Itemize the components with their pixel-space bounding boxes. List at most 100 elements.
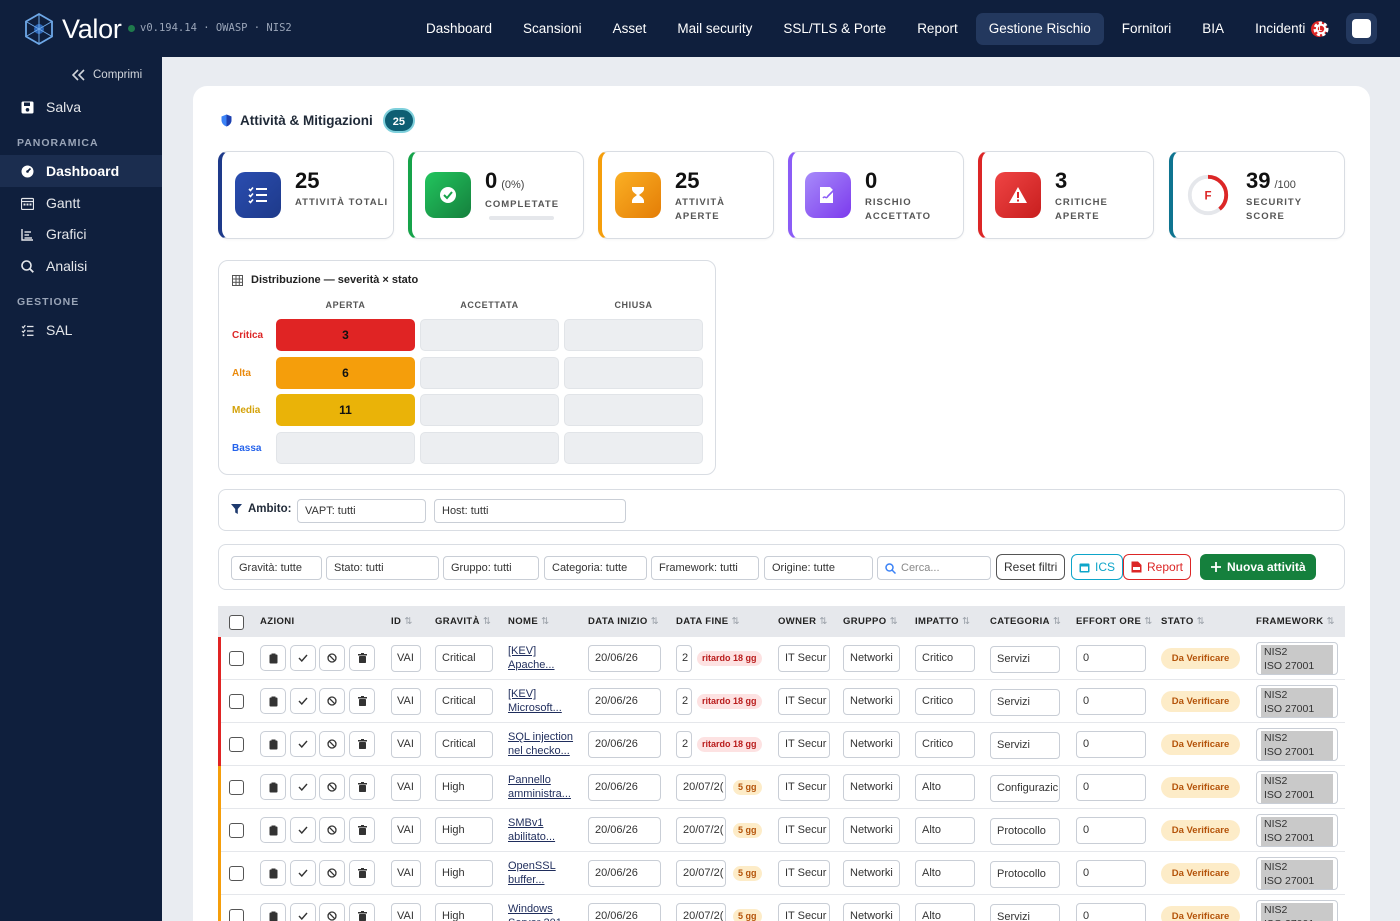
gruppo-field[interactable]: Networki	[843, 645, 900, 672]
host-select[interactable]: Host: tutti	[434, 499, 626, 523]
nav-fornitori[interactable]: Fornitori	[1109, 13, 1185, 45]
check-icon[interactable]	[290, 860, 316, 886]
status-badge[interactable]: Da Verificare	[1161, 734, 1240, 755]
clipboard-icon[interactable]	[260, 645, 286, 671]
matrix-cell[interactable]	[420, 431, 559, 464]
row-checkbox[interactable]	[229, 780, 244, 795]
nav-gestione-rischio[interactable]: Gestione Rischio	[975, 13, 1104, 45]
owner-field[interactable]: IT Secur	[778, 688, 830, 715]
categoria-filter[interactable]: Categoria: tutte	[544, 556, 647, 580]
sidebar-item-grafici[interactable]: Grafici	[0, 218, 162, 250]
categoria-field[interactable]: Servizi	[990, 732, 1060, 759]
nav-bia[interactable]: BIA	[1189, 13, 1237, 45]
end-date-field[interactable]: 2	[676, 645, 692, 672]
check-icon[interactable]	[290, 688, 316, 714]
owner-field[interactable]: IT Secur	[778, 731, 830, 758]
status-badge[interactable]: Da Verificare	[1161, 648, 1240, 669]
trash-icon[interactable]	[349, 688, 375, 714]
table-row[interactable]: VAI High OpenSSL buffer... 20/06/26 20/07/2(5…	[218, 852, 1345, 895]
matrix-cell[interactable]	[564, 431, 703, 464]
col-data-inizio[interactable]: DATA INIZIO ⇅	[588, 616, 659, 627]
col-impatto[interactable]: IMPATTO ⇅	[915, 616, 970, 627]
id-field[interactable]: VAI	[391, 731, 421, 758]
start-date-field[interactable]: 20/06/26	[588, 688, 661, 715]
categoria-field[interactable]: Servizi	[990, 646, 1060, 673]
row-checkbox[interactable]	[229, 737, 244, 752]
nav-dashboard[interactable]: Dashboard	[413, 13, 505, 45]
effort-field[interactable]: 0	[1076, 860, 1146, 887]
check-icon[interactable]	[290, 903, 316, 921]
collapse-sidebar-button[interactable]: Comprimi	[72, 69, 142, 81]
end-date-field[interactable]: 20/07/2(	[676, 774, 726, 801]
col-gravita[interactable]: GRAVITÀ ⇅	[435, 616, 491, 627]
row-checkbox[interactable]	[229, 694, 244, 709]
matrix-cell[interactable]	[276, 431, 415, 464]
col-framework[interactable]: FRAMEWORK ⇅	[1256, 616, 1335, 627]
start-date-field[interactable]: 20/06/26	[588, 645, 661, 672]
gravita-field[interactable]: High	[435, 860, 493, 887]
matrix-cell[interactable]	[420, 356, 559, 389]
sidebar-save[interactable]: Salva	[0, 91, 162, 123]
effort-field[interactable]: 0	[1076, 903, 1146, 921]
start-date-field[interactable]: 20/06/26	[588, 817, 661, 844]
activity-name-link[interactable]: [KEV] Microsoft...	[508, 687, 576, 717]
row-checkbox[interactable]	[229, 823, 244, 838]
matrix-cell[interactable]	[564, 394, 703, 426]
start-date-field[interactable]: 20/06/26	[588, 860, 661, 887]
gravita-field[interactable]: Critical	[435, 731, 493, 758]
framework-field[interactable]: NIS2ISO 27001	[1256, 814, 1338, 847]
impatto-field[interactable]: Alto	[915, 774, 975, 801]
col-owner[interactable]: OWNER ⇅	[778, 616, 828, 627]
effort-field[interactable]: 0	[1076, 774, 1146, 801]
id-field[interactable]: VAI	[391, 860, 421, 887]
activity-name-link[interactable]: Pannello amministra...	[508, 773, 576, 803]
col-stato[interactable]: STATO ⇅	[1161, 616, 1205, 627]
ban-icon[interactable]	[319, 860, 345, 886]
gruppo-field[interactable]: Networki	[843, 817, 900, 844]
row-checkbox[interactable]	[229, 866, 244, 881]
report-button[interactable]: Report	[1123, 554, 1192, 580]
sidebar-item-sal[interactable]: SAL	[0, 314, 162, 346]
trash-icon[interactable]	[349, 645, 375, 671]
clipboard-icon[interactable]	[260, 731, 286, 757]
framework-field[interactable]: NIS2ISO 27001	[1256, 685, 1338, 718]
framework-field[interactable]: NIS2ISO 27001	[1256, 857, 1338, 890]
gravita-field[interactable]: High	[435, 903, 493, 921]
clipboard-icon[interactable]	[260, 774, 286, 800]
start-date-field[interactable]: 20/06/26	[588, 903, 661, 921]
impatto-field[interactable]: Critico	[915, 731, 975, 758]
gravita-field[interactable]: High	[435, 817, 493, 844]
gruppo-field[interactable]: Networki	[843, 774, 900, 801]
end-date-field[interactable]: 20/07/2(	[676, 860, 726, 887]
matrix-cell[interactable]: 3	[276, 319, 415, 351]
framework-field[interactable]: NIS2ISO 27001	[1256, 642, 1338, 675]
categoria-field[interactable]: Configurazic	[990, 775, 1060, 802]
clipboard-icon[interactable]	[260, 860, 286, 886]
new-activity-button[interactable]: Nuova attività	[1200, 554, 1316, 580]
ics-button[interactable]: ICS	[1071, 554, 1124, 580]
nav-mail-security[interactable]: Mail security	[664, 13, 765, 45]
effort-field[interactable]: 0	[1076, 645, 1146, 672]
end-date-field[interactable]: 2	[676, 731, 692, 758]
trash-icon[interactable]	[349, 774, 375, 800]
nav-ssl-tls[interactable]: SSL/TLS & Porte	[770, 13, 899, 45]
framework-field[interactable]: NIS2ISO 27001	[1256, 900, 1338, 921]
id-field[interactable]: VAI	[391, 688, 421, 715]
status-badge[interactable]: Da Verificare	[1161, 777, 1240, 798]
gravita-field[interactable]: Critical	[435, 688, 493, 715]
col-gruppo[interactable]: GRUPPO ⇅	[843, 616, 898, 627]
app-logo[interactable]: Valor	[22, 12, 122, 46]
impatto-field[interactable]: Alto	[915, 817, 975, 844]
effort-field[interactable]: 0	[1076, 688, 1146, 715]
col-id[interactable]: ID ⇅	[391, 616, 413, 627]
check-icon[interactable]	[290, 731, 316, 757]
gear-icon[interactable]	[1311, 19, 1331, 39]
categoria-field[interactable]: Servizi	[990, 904, 1060, 921]
table-row[interactable]: VAI High WindowsServer 201... 20/06/26 20/07…	[218, 895, 1345, 921]
ban-icon[interactable]	[319, 731, 345, 757]
framework-field[interactable]: NIS2ISO 27001	[1256, 771, 1338, 804]
id-field[interactable]: VAI	[391, 774, 421, 801]
col-categoria[interactable]: CATEGORIA ⇅	[990, 616, 1061, 627]
trash-icon[interactable]	[349, 817, 375, 843]
col-nome[interactable]: NOME ⇅	[508, 616, 549, 627]
